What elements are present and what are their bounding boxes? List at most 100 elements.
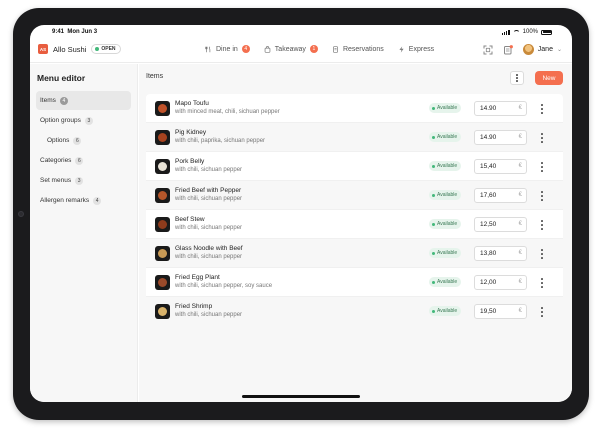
item-description: with chili, sichuan pepper xyxy=(175,312,243,318)
sidebar-item-options[interactable]: Options 6 xyxy=(36,131,131,150)
chevron-down-icon: ⌄ xyxy=(556,47,562,53)
row-more-button[interactable] xyxy=(540,191,544,201)
item-name: Fried Shrimp xyxy=(175,303,213,310)
price-input[interactable]: 17,60 € xyxy=(474,188,527,203)
avatar xyxy=(522,44,534,55)
currency-symbol: € xyxy=(518,163,522,169)
available-dot-icon xyxy=(432,106,435,110)
available-dot-icon xyxy=(432,251,435,255)
price-input[interactable]: 19,50 € xyxy=(474,304,527,319)
user-menu[interactable]: Jane ⌄ xyxy=(522,44,562,55)
item-description: with chili, sichuan pepper xyxy=(175,167,243,173)
sidebar-item-set-menus[interactable]: Set menus 3 xyxy=(36,171,131,190)
price-input[interactable]: 14.90 € xyxy=(474,101,527,116)
row-more-button[interactable] xyxy=(540,307,544,317)
dish-thumbnail xyxy=(155,217,170,232)
status-dot xyxy=(95,47,100,51)
fullscreen-icon[interactable] xyxy=(483,45,493,55)
price-input[interactable]: 12,00 € xyxy=(474,275,527,290)
restaurant-name: Allo Sushi xyxy=(53,44,87,54)
availability-badge[interactable]: Available xyxy=(429,132,462,142)
list-item[interactable]: Fried Shrimp with chili, sichuan pepper … xyxy=(146,297,563,326)
nav-takeaway[interactable]: Takeaway 1 xyxy=(264,45,318,53)
available-dot-icon xyxy=(432,309,435,313)
availability-badge[interactable]: Available xyxy=(429,306,462,316)
currency-symbol: € xyxy=(518,105,522,111)
currency-symbol: € xyxy=(518,308,522,314)
set-menus-count: 3 xyxy=(75,176,84,185)
more-options-button[interactable] xyxy=(510,71,524,85)
home-indicator xyxy=(242,395,360,398)
currency-symbol: € xyxy=(518,279,522,285)
available-dot-icon xyxy=(432,280,435,284)
dine-in-count-badge: 4 xyxy=(241,45,250,53)
notifications-icon[interactable] xyxy=(503,44,513,55)
book-icon xyxy=(332,45,338,53)
list-item[interactable]: Fried Egg Plant with chili, sichuan pepp… xyxy=(146,268,563,297)
restaurant-logo: AS xyxy=(38,44,48,54)
restaurant-switcher[interactable]: AS Allo Sushi OPEN xyxy=(38,44,121,54)
list-item[interactable]: Pig Kidney with chili, paprika, sichuan … xyxy=(146,123,563,152)
list-item[interactable]: Beef Stew with chili, sichuan pepper Ava… xyxy=(146,210,563,239)
items-list: Mapo Toufu with minced meat, chili, sich… xyxy=(146,94,563,326)
top-right-actions: Jane ⌄ xyxy=(483,44,562,55)
list-item[interactable]: Pork Belly with chili, sichuan pepper Av… xyxy=(146,152,563,181)
row-more-button[interactable] xyxy=(540,104,544,114)
available-dot-icon xyxy=(432,164,435,168)
availability-badge[interactable]: Available xyxy=(429,219,462,229)
item-name: Pig Kidney xyxy=(175,129,207,136)
sidebar-item-items[interactable]: Items 4 xyxy=(36,91,131,110)
page-title: Items xyxy=(146,73,164,80)
row-more-button[interactable] xyxy=(540,249,544,259)
sidebar-title: Menu editor xyxy=(37,73,86,83)
dish-thumbnail xyxy=(155,275,170,290)
status-bar: 9:41 Mon Jun 3 100% xyxy=(30,25,572,39)
price-input[interactable]: 12,50 € xyxy=(474,217,527,232)
item-description: with chili, sichuan pepper xyxy=(175,254,243,260)
currency-symbol: € xyxy=(518,134,522,140)
dish-thumbnail xyxy=(155,188,170,203)
availability-badge[interactable]: Available xyxy=(429,190,462,200)
sidebar-item-categories[interactable]: Categories 6 xyxy=(36,151,131,170)
availability-badge[interactable]: Available xyxy=(429,248,462,258)
list-item[interactable]: Mapo Toufu with minced meat, chili, sich… xyxy=(146,94,563,123)
currency-symbol: € xyxy=(518,192,522,198)
item-name: Fried Beef with Pepper xyxy=(175,187,242,194)
list-item[interactable]: Glass Noodle with Beef with chili, sichu… xyxy=(146,239,563,268)
availability-badge[interactable]: Available xyxy=(429,103,462,113)
categories-count: 6 xyxy=(75,156,84,165)
price-input[interactable]: 14.90 € xyxy=(474,130,527,145)
battery-percent: 100% xyxy=(522,29,538,35)
user-name: Jane xyxy=(537,46,553,53)
item-name: Beef Stew xyxy=(175,216,205,223)
wifi-icon xyxy=(512,29,520,35)
item-description: with chili, sichuan pepper, soy sauce xyxy=(175,283,273,289)
nav-dine-in[interactable]: Dine in 4 xyxy=(205,45,250,53)
nav-reservations[interactable]: Reservations xyxy=(332,46,384,53)
currency-symbol: € xyxy=(518,221,522,227)
options-count: 6 xyxy=(73,136,82,145)
price-input[interactable]: 13,80 € xyxy=(474,246,527,261)
dish-thumbnail xyxy=(155,130,170,145)
list-item[interactable]: Fried Beef with Pepper with chili, sichu… xyxy=(146,181,563,210)
price-input[interactable]: 15,40 € xyxy=(474,159,527,174)
item-description: with chili, sichuan pepper xyxy=(175,196,243,202)
sidebar-item-option-groups[interactable]: Option groups 3 xyxy=(36,111,131,130)
currency-symbol: € xyxy=(518,250,522,256)
nav-express[interactable]: Express xyxy=(398,46,434,53)
bag-icon xyxy=(264,45,271,53)
sidebar-item-allergen-remarks[interactable]: Allergen remarks 4 xyxy=(36,191,131,210)
available-dot-icon xyxy=(432,193,435,197)
signal-icon xyxy=(501,29,510,35)
row-more-button[interactable] xyxy=(540,220,544,230)
availability-badge[interactable]: Available xyxy=(429,277,462,287)
availability-badge[interactable]: Available xyxy=(429,161,462,171)
new-item-button[interactable]: New xyxy=(535,71,563,85)
row-more-button[interactable] xyxy=(540,278,544,288)
item-name: Fried Egg Plant xyxy=(175,274,220,281)
available-dot-icon xyxy=(432,135,435,139)
battery-icon xyxy=(541,29,552,35)
row-more-button[interactable] xyxy=(540,162,544,172)
available-dot-icon xyxy=(432,222,435,226)
row-more-button[interactable] xyxy=(540,133,544,143)
